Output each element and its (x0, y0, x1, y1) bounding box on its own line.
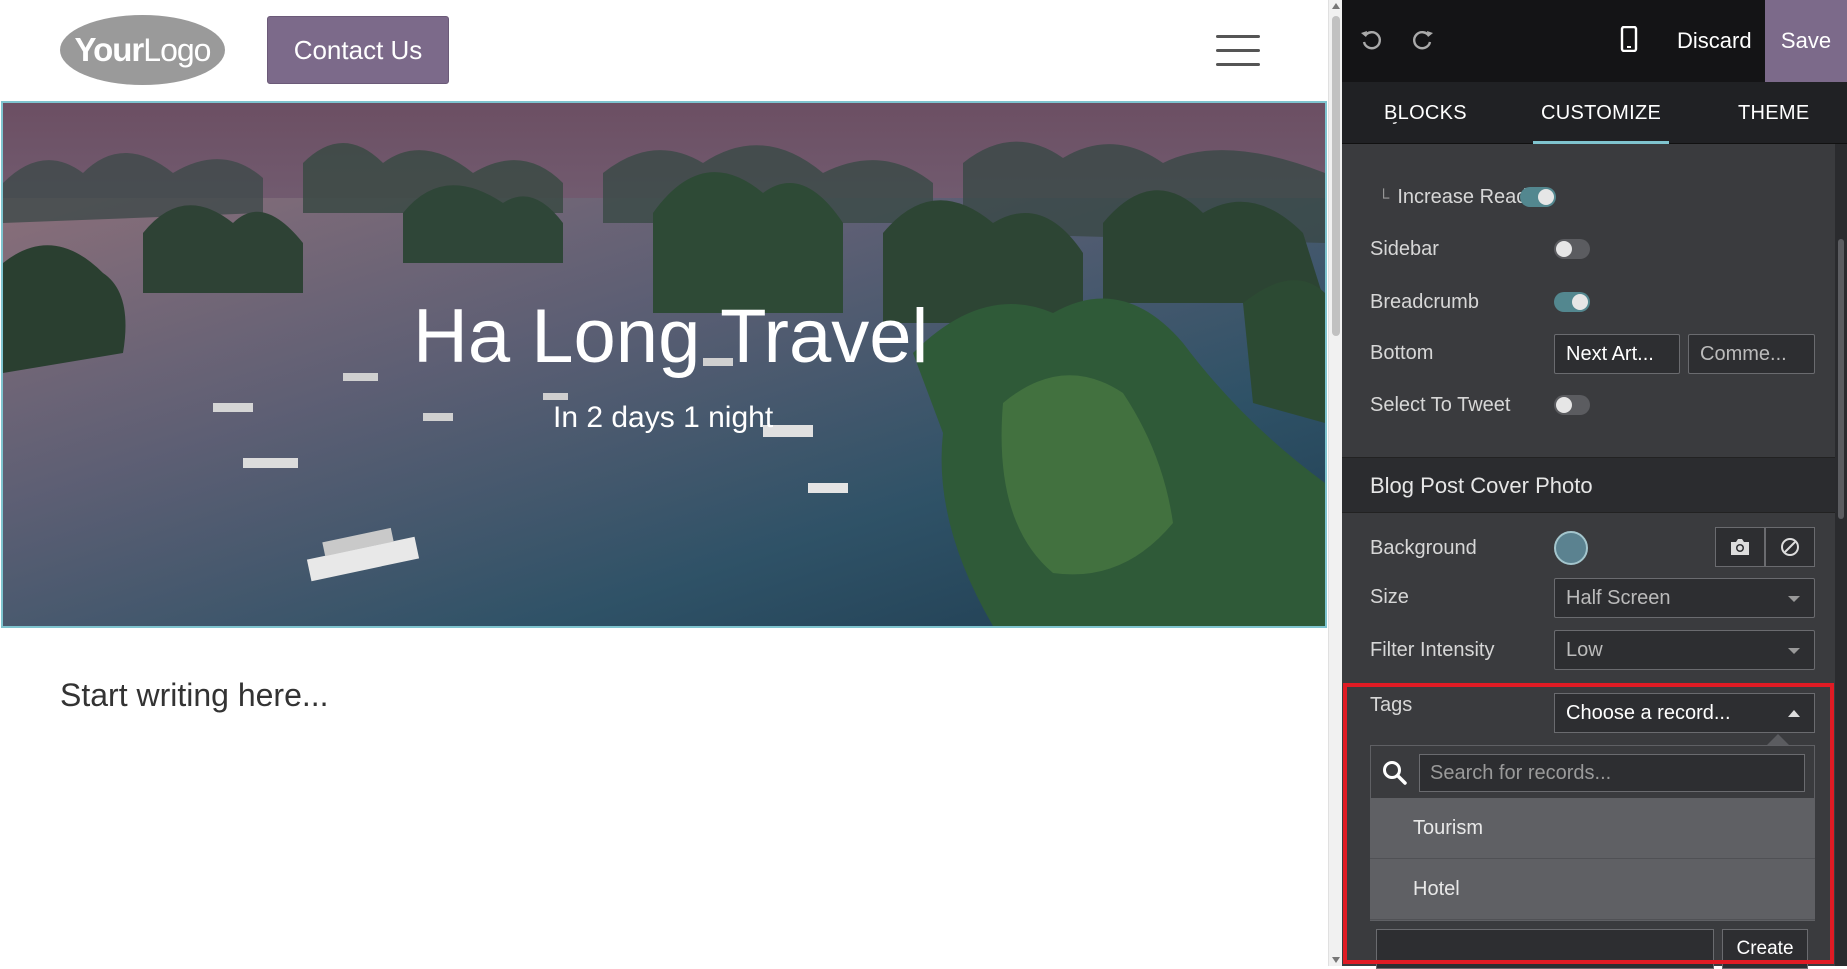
option-label: Bottom (1370, 342, 1434, 364)
breadcrumb-toggle[interactable] (1554, 292, 1590, 312)
option-label: Tags (1370, 694, 1413, 716)
editor-topbar: Discard Save (1342, 0, 1847, 82)
dropdown-create-row: Create (1370, 921, 1815, 969)
option-label: Background (1370, 537, 1477, 559)
chevron-down-icon (1788, 648, 1800, 654)
option-increase-readability: └ Increase Read... (1342, 175, 1835, 219)
camera-icon[interactable] (1715, 527, 1765, 567)
select-to-tweet-toggle[interactable] (1554, 395, 1590, 415)
section-title: Blog Post Cover Photo (1370, 473, 1593, 498)
option-label: Breadcrumb (1370, 291, 1479, 313)
mobile-preview-icon[interactable] (1614, 24, 1644, 54)
website-preview: Your Logo Contact Us Ha Long Travel In 2… (0, 0, 1328, 966)
toggle-knob (1556, 397, 1572, 413)
sidebar-toggle[interactable] (1554, 239, 1590, 259)
search-records-input[interactable] (1419, 754, 1805, 792)
filter-select-value: Low (1566, 638, 1603, 661)
tags-select[interactable]: Choose a record... (1554, 693, 1815, 733)
option-label: Filter Intensity (1370, 639, 1495, 661)
blog-cover-image[interactable]: Ha Long Travel In 2 days 1 night (1, 101, 1327, 628)
toggle-knob (1538, 189, 1554, 205)
dropdown-search-bar (1370, 745, 1815, 799)
hamburger-line (1216, 49, 1260, 52)
toggle-knob (1556, 241, 1572, 257)
site-logo[interactable]: Your Logo (60, 15, 225, 85)
option-layout: Layout (1342, 122, 1835, 144)
option-label: Select To Tweet (1370, 394, 1511, 416)
option-breadcrumb: Breadcrumb (1342, 280, 1835, 324)
blog-content-placeholder[interactable]: Start writing here... (60, 677, 329, 714)
option-sidebar: Sidebar (1342, 227, 1835, 271)
contact-us-button[interactable]: Contact Us (267, 16, 449, 84)
increase-readability-toggle[interactable] (1520, 187, 1556, 207)
create-button[interactable]: Create (1722, 929, 1808, 969)
hamburger-menu-icon[interactable] (1216, 33, 1260, 67)
chevron-down-icon (1788, 596, 1800, 602)
dropdown-item-tourism[interactable]: Tourism (1370, 799, 1815, 859)
preview-scrollbar[interactable] (1328, 0, 1342, 966)
tags-select-value: Choose a record... (1566, 701, 1731, 724)
option-label: Sidebar (1370, 238, 1439, 260)
filter-intensity-select[interactable]: Low (1554, 630, 1815, 670)
option-label: Size (1370, 586, 1409, 608)
undo-icon[interactable] (1356, 24, 1386, 54)
size-select[interactable]: Half Screen (1554, 578, 1815, 618)
scroll-up-arrow-icon[interactable] (1332, 3, 1340, 9)
section-header-cover-photo: Blog Post Cover Photo (1342, 457, 1835, 513)
hamburger-line (1216, 63, 1260, 66)
size-select-value: Half Screen (1566, 586, 1671, 609)
create-record-input[interactable] (1376, 929, 1714, 969)
cover-title[interactable]: Ha Long Travel (413, 293, 928, 380)
option-select-to-tweet: Select To Tweet (1342, 383, 1835, 427)
scroll-thumb[interactable] (1332, 16, 1340, 336)
toggle-knob (1572, 294, 1588, 310)
hamburger-line (1216, 35, 1260, 38)
logo-text-logo: Logo (143, 31, 211, 68)
redo-icon[interactable] (1408, 24, 1438, 54)
remove-background-icon[interactable] (1765, 527, 1815, 567)
save-button[interactable]: Save (1765, 0, 1847, 82)
tree-branch-icon: └ (1378, 190, 1390, 207)
panel-scrollbar[interactable] (1835, 144, 1847, 966)
next-article-button[interactable]: Next Art... (1554, 334, 1680, 374)
background-color-swatch[interactable] (1554, 531, 1588, 565)
comments-button[interactable]: Comme... (1688, 334, 1815, 374)
cover-subtitle[interactable]: In 2 days 1 night (553, 401, 773, 435)
tags-dropdown-menu: Tourism Hotel Create (1370, 745, 1815, 969)
option-label: Layout (1370, 122, 1430, 136)
dropdown-item-hotel[interactable]: Hotel (1370, 860, 1815, 920)
discard-button[interactable]: Discard (1667, 0, 1762, 82)
search-icon (1381, 759, 1409, 787)
tags-option: Tags Choose a record... Tourism Hotel Cr… (1342, 683, 1835, 969)
site-header: Your Logo Contact Us (0, 0, 1328, 100)
scroll-down-arrow-icon[interactable] (1332, 957, 1340, 963)
panel-scroll-thumb[interactable] (1838, 239, 1844, 519)
logo-text-your: Your (74, 31, 145, 68)
chevron-up-icon (1788, 710, 1800, 717)
